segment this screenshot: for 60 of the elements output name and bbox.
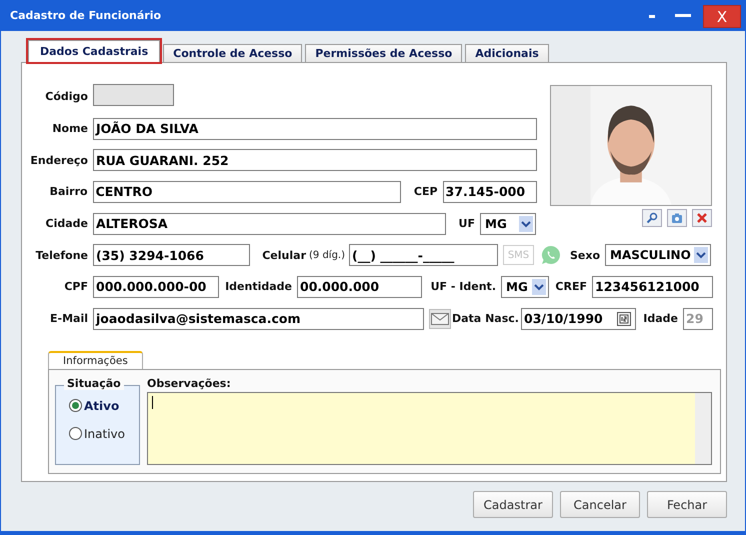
tab[interactable]: Permissões de Acesso [305, 44, 462, 62]
delete-button[interactable] [692, 209, 712, 227]
dropdown[interactable]: MG [501, 276, 549, 298]
envelope-icon [431, 312, 449, 325]
tab[interactable]: Informações [48, 350, 143, 368]
field-label: Nome [51, 122, 88, 136]
search-icon [646, 212, 658, 224]
input-field[interactable]: JOÃO DA SILVA [93, 118, 537, 140]
email-button[interactable] [429, 308, 451, 329]
radio-button[interactable]: Ativo [69, 392, 139, 420]
field-label: Observações: [147, 376, 232, 390]
field-label: Telefone [34, 248, 88, 262]
window-title: Cadastro de Funcionário [10, 9, 162, 22]
field-label: Sexo [570, 248, 600, 262]
field-label: UF [458, 217, 475, 230]
field-label: UF - Ident. [430, 280, 496, 294]
field-label: CEP [412, 185, 438, 198]
field-hint: (9 díg.) [309, 250, 345, 261]
radio-button[interactable]: Inativo [69, 420, 139, 448]
input-field[interactable]: (__) ______-_____ [349, 244, 498, 266]
date-field[interactable]: 03/10/1990 [521, 308, 636, 330]
input-field[interactable]: joaodasilva@sistemasca.com [93, 308, 424, 330]
field-label: Endereço [29, 154, 88, 167]
dialog-button[interactable]: Fechar [647, 491, 727, 518]
field-label: Data Nasc. [452, 312, 516, 326]
group-title: Situação [64, 376, 124, 390]
chevron-down-icon [519, 216, 533, 232]
camera-button[interactable] [667, 209, 687, 227]
field-label: Identidade [225, 280, 292, 294]
field-label: E-Mail [49, 312, 88, 326]
input-field[interactable]: 123456121000 [592, 276, 713, 298]
camera-icon [671, 212, 683, 224]
input-field[interactable]: 000.000.000-00 [93, 276, 219, 298]
zoom-button[interactable] [642, 209, 662, 227]
field-label: Celular [262, 248, 306, 262]
field-label: CREF [555, 280, 587, 294]
input-field[interactable]: (35) 3294-1066 [93, 244, 250, 266]
input-field[interactable]: ALTEROSA [93, 212, 446, 235]
tab[interactable]: Adicionais [465, 44, 549, 62]
tab[interactable]: Dados Cadastrais [28, 40, 160, 62]
dropdown[interactable]: MG [480, 212, 536, 235]
tab[interactable]: Controle de Acesso [163, 44, 302, 62]
input-field[interactable]: 00.000.000 [297, 276, 422, 298]
input-field[interactable]: 37.145-000 [442, 180, 537, 203]
field-label: CPF [63, 280, 88, 294]
dialog-button[interactable]: Cadastrar [473, 491, 553, 518]
chevron-down-icon [694, 247, 708, 264]
dialog-button[interactable]: Cancelar [560, 491, 640, 518]
input-field[interactable]: RUA GUARANI. 252 [93, 149, 537, 172]
dropdown[interactable]: MASCULINO [605, 244, 711, 266]
text-area[interactable] [147, 392, 712, 464]
field-label: Cidade [44, 217, 88, 230]
chevron-down-icon [532, 278, 546, 295]
field-label: Idade [642, 312, 678, 326]
field-label: Código [44, 90, 88, 104]
field-label: Bairro [48, 185, 88, 198]
close-button[interactable]: X [703, 5, 741, 28]
calendar-icon [617, 312, 631, 326]
close-icon [696, 212, 708, 224]
input-field[interactable]: CENTRO [92, 180, 401, 203]
